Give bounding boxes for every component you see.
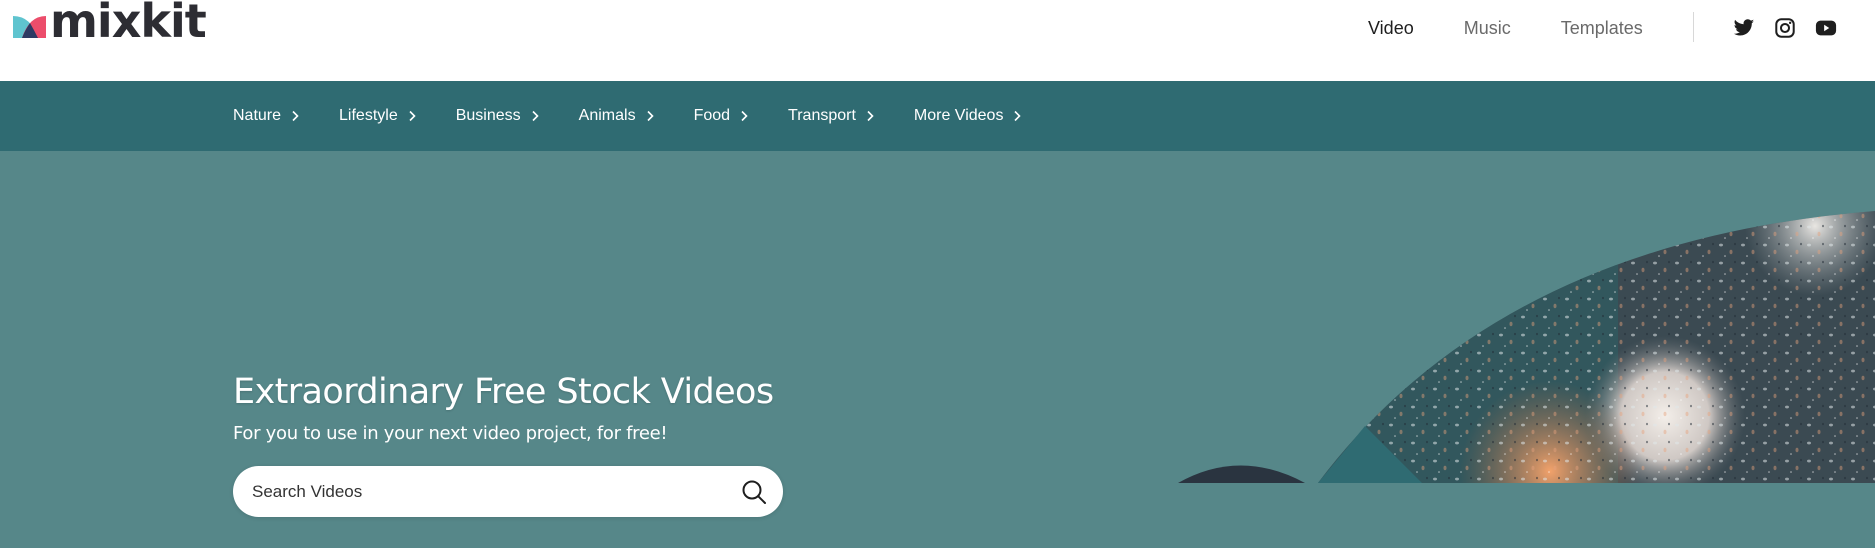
category-label: Animals [578,107,636,124]
twitter-icon[interactable] [1733,17,1755,39]
chevron-right-icon [867,110,874,122]
nav-divider [1693,12,1694,42]
category-more-videos[interactable]: More Videos [914,107,1023,125]
top-nav-music[interactable]: Music [1464,17,1511,39]
instagram-icon[interactable] [1774,17,1796,39]
search-input[interactable] [252,466,712,517]
mixkit-logo-text: mixkit [50,0,207,48]
social-links [1733,17,1837,39]
mixkit-logo-mark [13,16,46,38]
youtube-icon[interactable] [1815,17,1837,39]
chevron-right-icon [532,110,539,122]
top-nav: Video Music Templates [1368,17,1693,39]
mixkit-logo[interactable]: mixkit [13,0,207,44]
search-box [233,466,783,517]
top-nav-video[interactable]: Video [1368,17,1414,39]
category-lifestyle[interactable]: Lifestyle [339,107,417,125]
category-label: Business [455,107,521,124]
chevron-right-icon [741,110,748,122]
category-label: More Videos [913,107,1004,124]
top-header: mixkit Video Music Templates [0,0,1875,81]
hero-title: Extraordinary Free Stock Videos [233,372,774,412]
category-transport[interactable]: Transport [788,107,875,125]
category-animals[interactable]: Animals [579,107,655,125]
category-food[interactable]: Food [694,107,749,125]
chevron-right-icon [409,110,416,122]
chevron-right-icon [646,110,654,122]
category-bar: Nature Lifestyle Business Animals Food T… [0,81,1875,151]
chevron-right-icon [292,110,299,122]
chevron-right-icon [1014,110,1022,122]
search-icon[interactable] [741,479,767,505]
top-nav-templates[interactable]: Templates [1561,17,1643,39]
hero-section: Extraordinary Free Stock Videos For you … [0,151,1875,548]
category-list: Nature Lifestyle Business Animals Food T… [233,81,1061,151]
hero-subtitle: For you to use in your next video projec… [233,423,668,444]
category-business[interactable]: Business [456,107,540,125]
category-label: Lifestyle [339,107,398,124]
category-nature[interactable]: Nature [233,107,300,125]
category-label: Food [693,107,731,124]
category-label: Transport [788,107,856,124]
category-label: Nature [233,107,282,124]
